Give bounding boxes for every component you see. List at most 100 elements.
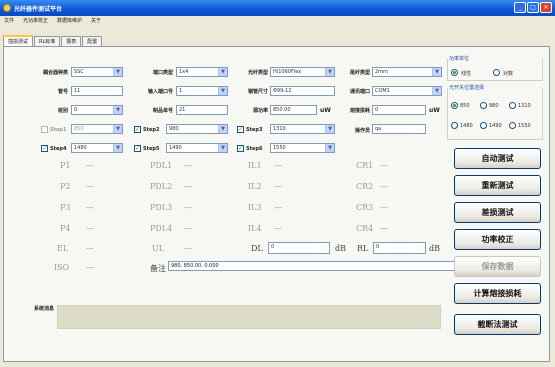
save-data-button[interactable]: 保存数据 (454, 256, 541, 277)
input-port-label: 输入端口号 (147, 89, 173, 95)
maximize-button[interactable]: □ (527, 2, 539, 13)
p4-value: — (86, 224, 94, 233)
menu-bar: 文件 光功率校正 数据库维护 关于 (0, 16, 555, 25)
auto-test-button[interactable]: 自动测试 (454, 148, 541, 169)
tail-type-select[interactable]: 2mm ▼ (372, 67, 442, 77)
wavelength-1490-label: 1490 (489, 123, 502, 129)
iso-label: ISO (54, 263, 70, 272)
iso-value: — (86, 263, 94, 272)
port-type-select[interactable]: 1x4 ▼ (176, 67, 228, 77)
il3-value: — (274, 203, 282, 212)
pdl3-value: — (184, 203, 192, 212)
step4-checkbox[interactable]: ✓ (41, 145, 48, 152)
chevron-down-icon: ▼ (218, 87, 227, 95)
step2-checkbox[interactable]: ✓ (134, 126, 141, 133)
tail-type-label: 尾纤类型 (349, 70, 370, 76)
step5-select[interactable]: 1490 ▼ (166, 143, 228, 153)
fiber-type-select[interactable]: HI1060Flex ▼ (270, 67, 335, 77)
rl-label: RL (357, 244, 369, 253)
window-titlebar: 光纤器件测试平台 _ □ ✕ (0, 0, 555, 16)
il4-value: — (274, 224, 282, 233)
step1-select[interactable]: 850 ▼ (71, 124, 123, 134)
calc-splice-loss-button[interactable]: 计算熔接损耗 (454, 283, 541, 304)
il1-label: IL1 (248, 161, 262, 170)
cr2-label: CR2 (356, 182, 374, 191)
step5-value: 1490 (169, 145, 182, 151)
chevron-down-icon: ▼ (432, 87, 441, 95)
il2-value: — (274, 182, 282, 191)
source-power-input[interactable]: 850.00 (270, 105, 317, 115)
close-button[interactable]: ✕ (540, 2, 552, 13)
step3-checkbox[interactable]: ✓ (237, 126, 244, 133)
power-unit-log-label: 对数 (503, 71, 514, 77)
chevron-down-icon: ▼ (113, 125, 122, 133)
source-power-unit: uW (320, 107, 331, 114)
chevron-down-icon: ▼ (113, 106, 122, 114)
chevron-down-icon: ▼ (113, 68, 122, 76)
chevron-down-icon: ▼ (325, 125, 334, 133)
cr4-label: CR4 (356, 224, 374, 233)
fiber-type-label: 光纤类型 (247, 70, 268, 76)
menu-about[interactable]: 关于 (91, 17, 101, 24)
cr4-value: — (380, 224, 388, 233)
pin-size-input[interactable]: Φ99-12 (270, 86, 335, 96)
minimize-button[interactable]: _ (514, 2, 526, 13)
p4-label: P4 (60, 224, 71, 233)
tab-rl-standard[interactable]: RL标准 (34, 36, 61, 46)
tab-report[interactable]: 报表 (61, 36, 82, 46)
rl-input[interactable]: 0 (373, 242, 426, 254)
diff-loss-button[interactable]: 差损测试 (454, 202, 541, 223)
step6-checkbox[interactable]: ✓ (237, 145, 244, 152)
comm-port-select[interactable]: COM1 ▼ (372, 86, 442, 96)
batch-select[interactable]: 0 ▼ (71, 105, 123, 115)
wavelength-850-radio[interactable] (451, 102, 458, 109)
power-calibration-button[interactable]: 功率校正 (454, 229, 541, 250)
menu-power-calibration[interactable]: 光功率校正 (23, 17, 48, 24)
wavelength-1310-label: 1310 (518, 103, 531, 109)
menu-file[interactable]: 文件 (4, 17, 14, 24)
step4-select[interactable]: 1480 ▼ (71, 143, 123, 153)
step3-select[interactable]: 1310 ▼ (270, 124, 335, 134)
step1-value: 850 (74, 126, 84, 132)
p2-label: P2 (60, 182, 71, 191)
pdl1-value: — (184, 161, 192, 170)
step6-select[interactable]: 1550 ▼ (270, 143, 335, 153)
step4-label: Step4 (50, 146, 67, 152)
wavelength-980-radio[interactable] (480, 102, 487, 109)
chevron-down-icon: ▼ (432, 68, 441, 76)
el-label: EL (57, 244, 69, 253)
group-no-input[interactable]: 11 (71, 86, 123, 96)
coupler-type-select[interactable]: SSC ▼ (71, 67, 123, 77)
operator-input[interactable]: qa (372, 124, 426, 134)
wavelength-850-label: 850 (460, 103, 470, 109)
wavelength-1550-radio[interactable] (509, 122, 516, 129)
step2-select[interactable]: 980 ▼ (166, 124, 228, 134)
il1-value: — (274, 161, 282, 170)
step1-label: Step1 (50, 127, 67, 133)
retest-button[interactable]: 重新测试 (454, 175, 541, 196)
dl-input[interactable]: 0 (268, 242, 330, 254)
step5-checkbox[interactable]: ✓ (134, 145, 141, 152)
power-unit-log-radio[interactable] (493, 69, 500, 76)
tab-insertion-loss[interactable]: 插损测试 (3, 35, 34, 46)
cutback-test-button[interactable]: 截断法测试 (454, 314, 541, 335)
p1-value: — (86, 161, 94, 170)
wavelength-1480-radio[interactable] (451, 122, 458, 129)
wavelength-1310-radio[interactable] (509, 102, 516, 109)
chevron-down-icon: ▼ (218, 68, 227, 76)
fiber-type-value: HI1060Flex (273, 69, 302, 75)
cr1-label: CR1 (356, 161, 374, 170)
step1-checkbox[interactable] (41, 126, 48, 133)
chevron-down-icon: ▼ (218, 144, 227, 152)
chevron-down-icon: ▼ (325, 68, 334, 76)
tab-config[interactable]: 配置 (82, 36, 103, 46)
system-message-box (57, 305, 441, 329)
power-unit-linear-radio[interactable] (451, 69, 458, 76)
product-no-input[interactable]: 21 (176, 105, 228, 115)
step2-label: Step2 (143, 127, 160, 133)
wavelength-1490-radio[interactable] (480, 122, 487, 129)
il2-label: IL2 (248, 182, 262, 191)
input-port-select[interactable]: 1 ▼ (176, 86, 228, 96)
menu-database[interactable]: 数据库维护 (57, 17, 82, 24)
splice-loss-input[interactable]: 0 (372, 105, 426, 115)
